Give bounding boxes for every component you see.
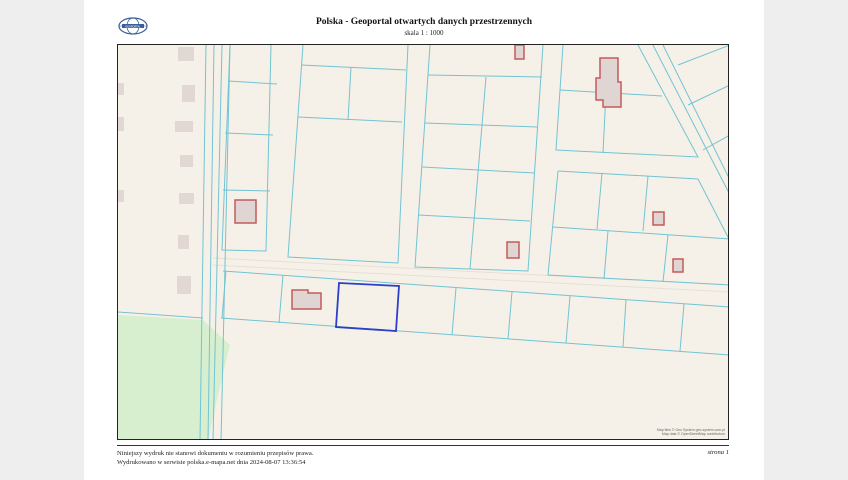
- building: [291, 289, 322, 310]
- geoportal-logo-icon: GEOPORTAL: [118, 17, 148, 35]
- page-title: Polska - Geoportal otwartych danych prze…: [315, 17, 533, 27]
- attribution-line: Map data © OpenStreetMap contributors: [661, 432, 725, 436]
- map-canvas[interactable]: [118, 45, 729, 440]
- building: [672, 258, 684, 273]
- print-timestamp: Wydrukowano w serwisie polska.e-mapa.net…: [117, 459, 306, 466]
- building: [652, 211, 665, 226]
- building: [595, 57, 622, 108]
- map-frame[interactable]: Map tiles © Geo System geo-system.com.pl…: [117, 44, 729, 440]
- map-scale: skala 1 : 1000: [404, 29, 444, 37]
- disclaimer-line: Niniejszy wydruk nie stanowi dokumentu w…: [117, 450, 314, 457]
- svg-text:GEOPORTAL: GEOPORTAL: [125, 24, 141, 28]
- page-number: strona 1: [707, 449, 729, 456]
- building: [514, 45, 525, 60]
- footer-divider: [117, 445, 729, 446]
- footer-disclaimer: Niniejszy wydruk nie stanowi dokumentu w…: [117, 449, 314, 467]
- building: [234, 199, 257, 224]
- building: [506, 241, 520, 259]
- buildings-gray: [118, 47, 195, 294]
- selected-parcel[interactable]: [335, 282, 400, 332]
- map-attribution: Map tiles © Geo System geo-system.com.pl…: [657, 428, 725, 436]
